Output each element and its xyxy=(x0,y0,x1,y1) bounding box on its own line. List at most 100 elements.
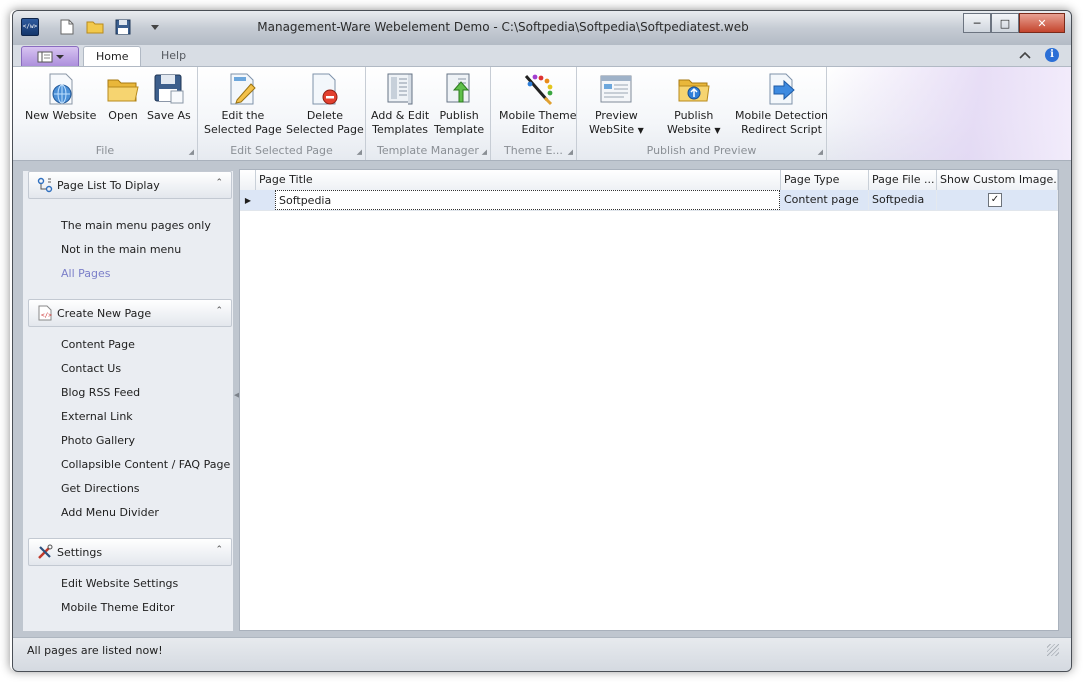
tab-help[interactable]: Help xyxy=(149,46,198,67)
new-website-button[interactable]: New Website xyxy=(25,71,96,123)
app-menu-icon xyxy=(37,51,52,62)
section-header-create-new-page[interactable]: </> Create New Page ⌃ xyxy=(28,299,232,327)
dialog-launcher-icon[interactable]: ◢ xyxy=(357,148,362,156)
nav-contact-us[interactable]: Contact Us xyxy=(61,362,121,375)
new-website-icon xyxy=(43,71,79,107)
publish-website-label-line2: Website xyxy=(667,123,711,136)
add-edit-templates-button[interactable]: Add & Edit Templates xyxy=(371,71,429,137)
app-icon[interactable]: </w> xyxy=(21,18,39,36)
group-label-file: File xyxy=(95,144,115,157)
edit-selected-page-button[interactable]: Edit the Selected Page xyxy=(204,71,282,137)
minimize-button[interactable]: ─ xyxy=(963,13,991,33)
collapse-ribbon-icon[interactable] xyxy=(1019,51,1031,59)
publish-template-icon xyxy=(441,71,477,107)
publish-website-button[interactable]: Publish Website ▼ xyxy=(667,71,721,138)
grid-header-indicator xyxy=(240,170,256,190)
edit-page-icon xyxy=(225,71,261,107)
ribbon-group-file: New Website Open Save As File ◢ xyxy=(13,67,198,160)
nav-mobile-theme-editor[interactable]: Mobile Theme Editor xyxy=(61,601,175,614)
column-header-page-type[interactable]: Page Type xyxy=(781,170,869,190)
maximize-button[interactable]: □ xyxy=(991,13,1019,33)
nav-all-pages[interactable]: All Pages xyxy=(61,267,111,280)
dialog-launcher-icon[interactable]: ◢ xyxy=(568,148,573,156)
status-bar: All pages are listed now! xyxy=(13,637,1071,671)
preview-website-button[interactable]: Preview WebSite ▼ xyxy=(589,71,644,138)
row-indicator-arrow-icon: ▶ xyxy=(244,195,252,205)
maximize-icon: □ xyxy=(999,16,1011,30)
save-as-button[interactable]: Save As xyxy=(147,71,191,123)
redirect-label-line2: Redirect Script xyxy=(741,123,822,136)
chevron-up-icon[interactable]: ⌃ xyxy=(215,178,223,188)
redirect-label-line1: Mobile Detection xyxy=(735,109,829,122)
section-title-page-list: Page List To Diplay xyxy=(57,178,160,192)
preview-website-label-line2: WebSite xyxy=(589,123,635,136)
left-navigation-panel: Page List To Diplay ⌃ The main menu page… xyxy=(23,171,233,631)
save-as-label: Save As xyxy=(147,109,191,122)
chevron-up-icon[interactable]: ⌃ xyxy=(215,545,223,555)
column-header-page-title[interactable]: Page Title xyxy=(256,170,781,190)
group-label-edit-selected-page: Edit Selected Page xyxy=(230,144,333,157)
open-label: Open xyxy=(108,109,138,122)
pages-grid[interactable]: Page Title Page Type Page File ... Show … xyxy=(239,169,1059,631)
ribbon-background-decoration xyxy=(828,67,1071,160)
minimize-icon: ─ xyxy=(973,16,981,30)
nav-add-menu-divider[interactable]: Add Menu Divider xyxy=(61,506,159,519)
templates-label-line1: Add & Edit xyxy=(371,109,430,122)
cell-page-file[interactable]: Softpedia xyxy=(869,190,937,210)
dialog-launcher-icon[interactable]: ◢ xyxy=(482,148,487,156)
delete-selected-page-button[interactable]: Delete Selected Page xyxy=(286,71,364,137)
show-custom-image-checkbox[interactable]: ✓ xyxy=(988,193,1002,207)
cell-show-custom-image[interactable]: ✓ xyxy=(937,190,1058,210)
redirect-script-icon xyxy=(764,71,800,107)
resize-grip-icon[interactable] xyxy=(1047,644,1059,656)
publish-template-button[interactable]: Publish Template xyxy=(434,71,484,137)
qat-customize-dropdown-icon[interactable] xyxy=(145,17,165,37)
cell-page-type[interactable]: Content page xyxy=(781,190,869,210)
open-folder-icon[interactable] xyxy=(85,17,105,37)
application-menu-button[interactable] xyxy=(21,46,79,67)
main-window: </w> Management-Ware Webelement Demo - C… xyxy=(12,10,1072,672)
save-icon[interactable] xyxy=(113,17,133,37)
edit-page-label-line1: Edit the xyxy=(221,109,265,122)
close-button[interactable]: ✕ xyxy=(1019,13,1065,33)
section-header-page-list[interactable]: Page List To Diplay ⌃ xyxy=(28,171,232,199)
nav-blog-rss-feed[interactable]: Blog RSS Feed xyxy=(61,386,140,399)
grid-header: Page Title Page Type Page File ... Show … xyxy=(240,170,1058,191)
group-label-publish-and-preview: Publish and Preview xyxy=(646,144,757,157)
delete-page-label-line2: Selected Page xyxy=(286,123,364,136)
delete-page-label-line1: Delete xyxy=(306,109,343,122)
section-title-create-new-page: Create New Page xyxy=(57,306,152,320)
info-icon[interactable]: i xyxy=(1045,48,1059,62)
page-list-icon xyxy=(37,177,53,193)
nav-get-directions[interactable]: Get Directions xyxy=(61,482,140,495)
mobile-theme-editor-button[interactable]: Mobile Theme Editor xyxy=(499,71,577,137)
title-bar[interactable]: </w> Management-Ware Webelement Demo - C… xyxy=(13,11,1071,45)
nav-collapsible-content-faq[interactable]: Collapsible Content / FAQ Page xyxy=(61,458,230,471)
nav-photo-gallery[interactable]: Photo Gallery xyxy=(61,434,135,447)
open-button[interactable]: Open xyxy=(105,71,141,123)
new-file-icon[interactable] xyxy=(57,17,77,37)
svg-text:</>: </> xyxy=(41,312,52,319)
nav-content-page[interactable]: Content Page xyxy=(61,338,135,351)
publish-website-icon xyxy=(676,71,712,107)
mobile-detection-redirect-button[interactable]: Mobile Detection Redirect Script xyxy=(735,71,828,137)
dialog-launcher-icon[interactable]: ◢ xyxy=(818,148,823,156)
edit-page-label-line2: Selected Page xyxy=(204,123,282,136)
chevron-up-icon[interactable]: ⌃ xyxy=(215,306,223,316)
folder-open-icon xyxy=(105,71,141,107)
status-text: All pages are listed now! xyxy=(27,644,163,657)
nav-not-in-main-menu[interactable]: Not in the main menu xyxy=(61,243,181,256)
tab-home[interactable]: Home xyxy=(83,46,142,68)
cell-page-title[interactable]: Softpedia xyxy=(275,190,780,210)
section-header-settings[interactable]: Settings ⌃ xyxy=(28,538,232,566)
column-header-show-custom-image[interactable]: Show Custom Image... xyxy=(937,170,1058,190)
dialog-launcher-icon[interactable]: ◢ xyxy=(189,148,194,156)
nav-main-menu-pages-only[interactable]: The main menu pages only xyxy=(61,219,211,232)
ribbon-tab-strip: Home Help i xyxy=(13,45,1071,68)
column-header-page-file[interactable]: Page File ... xyxy=(869,170,937,190)
nav-edit-website-settings[interactable]: Edit Website Settings xyxy=(61,577,178,590)
nav-external-link[interactable]: External Link xyxy=(61,410,133,423)
table-row[interactable]: ▶ Softpedia Content page Softpedia ✓ xyxy=(240,190,1058,211)
group-label-template-manager: Template Manager xyxy=(377,144,479,157)
templates-icon xyxy=(382,71,418,107)
